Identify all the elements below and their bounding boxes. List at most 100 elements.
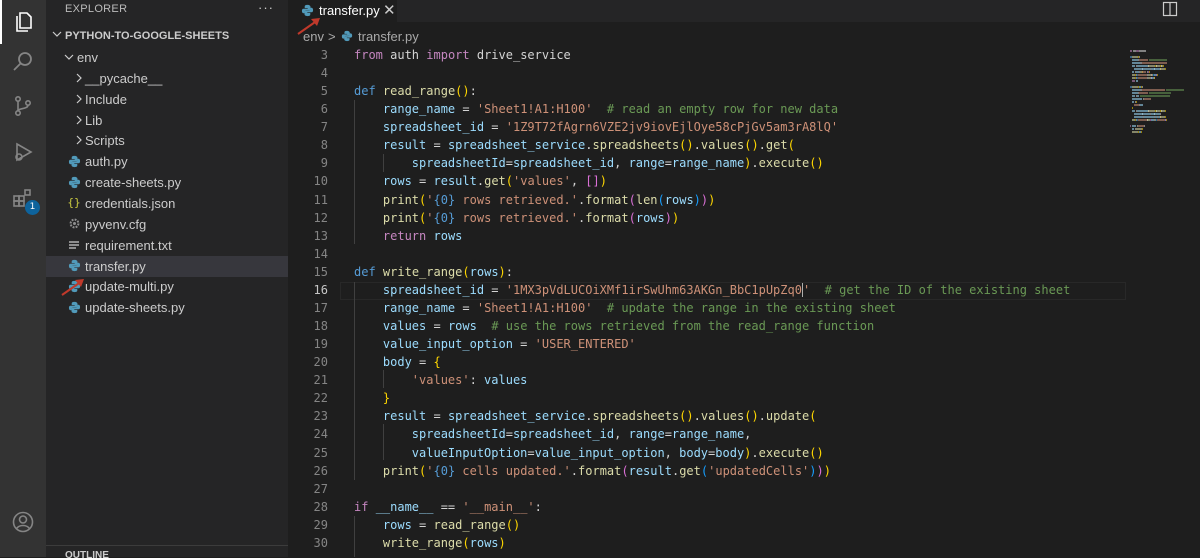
code-token: = <box>484 120 506 135</box>
explorer-icon[interactable] <box>0 0 46 44</box>
minimap-line <box>1138 56 1140 58</box>
tree-item-pyvenv-cfg[interactable]: pyvenv.cfg <box>46 214 288 235</box>
code-token: rows <box>469 264 499 279</box>
code-token: ' <box>426 210 434 225</box>
line-number: 19 <box>313 337 328 352</box>
minimap-line <box>1132 95 1136 97</box>
code-token: body <box>679 445 709 460</box>
code-token: rows <box>382 517 412 532</box>
explorer-title: EXPLORER <box>65 3 128 15</box>
minimap-line <box>1140 95 1170 97</box>
tree-item-label: auth.py <box>85 154 128 170</box>
code-token: # get the ID of the existing sheet <box>824 282 1071 297</box>
minimap-line <box>1154 77 1155 79</box>
tree-item-label: credentials.json <box>85 195 176 211</box>
minimap-line <box>1142 113 1150 115</box>
code-token: ( <box>462 264 470 279</box>
tree-item-lib[interactable]: Lib <box>46 110 288 131</box>
code-token: = <box>505 156 513 171</box>
code-token: values <box>700 138 745 153</box>
code-token: , <box>664 445 680 460</box>
code-line: rows = result.get('values', []) <box>354 172 607 190</box>
line-number: 17 <box>313 300 328 315</box>
tree-item-credentials-json[interactable]: {} credentials.json <box>46 193 288 214</box>
code-line: print('{0} cells updated.'.format(result… <box>354 462 831 480</box>
minimap-line <box>1132 110 1136 112</box>
code-token: = <box>664 156 672 171</box>
outline-section-header[interactable]: OUTLINE <box>46 545 288 558</box>
split-editor-icon[interactable] <box>1162 1 1178 17</box>
code-token: } <box>382 391 391 406</box>
tree-item-pycache[interactable]: __pycache__ <box>46 68 288 89</box>
line-number: 28 <box>313 499 328 514</box>
minimap-line <box>1137 95 1140 97</box>
code-token: () <box>744 138 759 153</box>
code-line: spreadsheet_id = '1MX3pVdLUCOiXMf1irSwUh… <box>354 281 1070 299</box>
minimap-line <box>1136 101 1137 103</box>
minimap-line <box>1132 65 1136 67</box>
minimap-line <box>1137 65 1148 67</box>
code-line: } <box>354 389 390 407</box>
line-number: 24 <box>313 427 328 442</box>
debug-icon[interactable] <box>0 130 46 174</box>
code-token: () <box>744 409 759 424</box>
code-token: # update the range in the existing sheet <box>606 300 896 315</box>
code-token: spreadsheet_id <box>382 120 485 135</box>
code-token: 'updatedCells' <box>708 463 810 478</box>
code-token: 'USER_ENTERED' <box>534 337 636 352</box>
tree-item-auth-py[interactable]: auth.py <box>46 151 288 172</box>
text-file-icon <box>67 238 81 252</box>
tree-item-transfer-py[interactable]: transfer.py <box>46 255 288 277</box>
search-icon[interactable] <box>0 40 46 84</box>
minimap-line <box>1164 89 1165 91</box>
code-line: from auth import drive_service <box>354 46 571 64</box>
code-token: def <box>354 264 376 279</box>
code-line: range_name = 'Sheet1!A1:H100' # read an … <box>354 100 838 118</box>
minimap-line <box>1156 119 1165 121</box>
minimap-line <box>1141 86 1143 88</box>
tree-item-update-sheets-py[interactable]: update-sheets.py <box>46 297 288 318</box>
close-icon[interactable]: ✕ <box>383 1 396 19</box>
explorer-more-button[interactable]: ··· <box>258 0 274 15</box>
chevron-right-icon <box>72 113 86 127</box>
tree-item-env[interactable]: env <box>46 47 288 68</box>
extensions-icon[interactable]: 1 <box>0 176 46 220</box>
code-token: () <box>455 84 470 99</box>
code-token: : <box>505 264 514 279</box>
code-token: : <box>469 84 477 99</box>
code-token: ) <box>498 535 506 550</box>
line-number: 11 <box>313 192 328 207</box>
tree-item-requirement-txt[interactable]: requirement.txt <box>46 235 288 256</box>
minimap[interactable] <box>1128 46 1200 557</box>
tree-item-label: requirement.txt <box>85 237 172 253</box>
minimap-line <box>1134 116 1144 118</box>
tree-item-scripts[interactable]: Scripts <box>46 130 288 151</box>
code-token: ' <box>426 463 434 478</box>
minimap-line <box>1132 59 1138 61</box>
breadcrumb-file[interactable]: transfer.py <box>358 29 419 44</box>
tree-item-create-sheets-py[interactable]: create-sheets.py <box>46 172 288 193</box>
code-token: . <box>751 445 759 460</box>
editor-tab-bar: transfer.py ✕ <box>288 0 1200 22</box>
code-token: if <box>354 499 369 514</box>
source-control-icon[interactable] <box>0 84 46 128</box>
account-icon[interactable] <box>0 500 46 544</box>
code-line: spreadsheetId=spreadsheet_id, range=rang… <box>354 154 824 172</box>
code-token: auth <box>382 48 427 62</box>
line-number: 27 <box>313 481 328 496</box>
code-token: , <box>570 174 586 189</box>
code-token: rows retrieved.' <box>455 192 579 207</box>
tree-item-label: Include <box>85 91 127 107</box>
workspace-section-header[interactable]: PYTHON-TO-GOOGLE-SHEETS <box>46 27 288 47</box>
minimap-line <box>1148 71 1150 73</box>
code-token: = <box>664 427 672 442</box>
code-token: spreadsheet_service <box>447 409 586 424</box>
code-token: range_name <box>671 427 745 442</box>
tree-item-include[interactable]: Include <box>46 89 288 110</box>
